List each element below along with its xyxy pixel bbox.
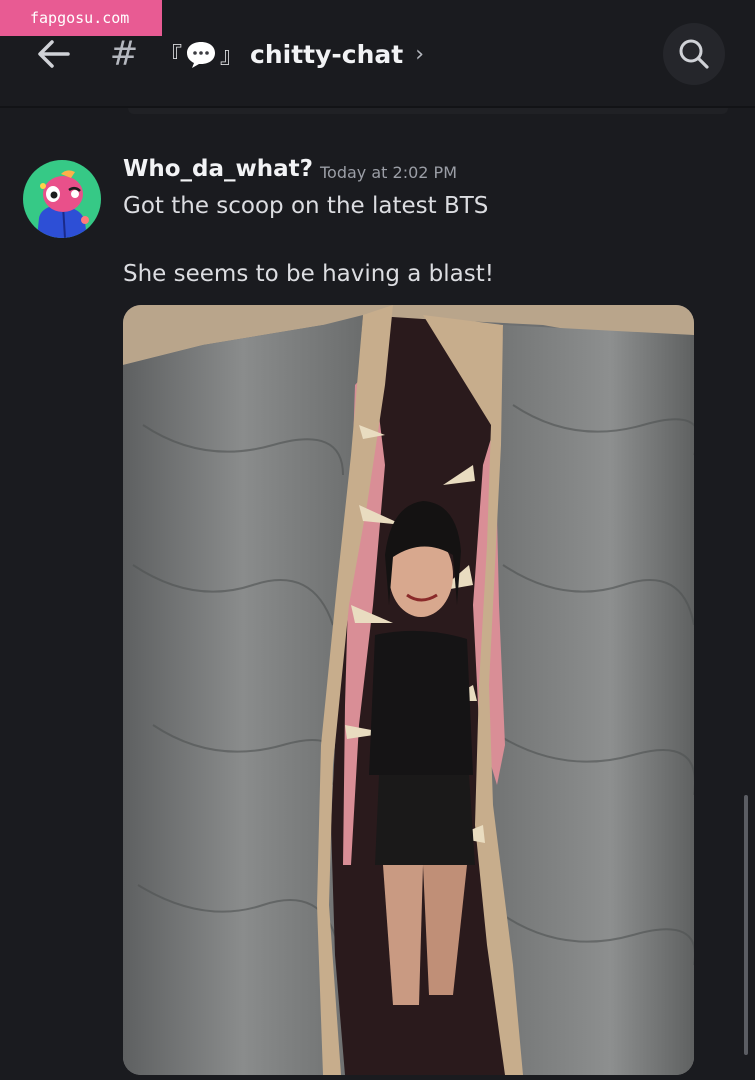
message-author[interactable]: Who_da_what?: [123, 156, 313, 182]
search-button[interactable]: [663, 23, 725, 85]
hash-icon: #: [109, 34, 139, 74]
channel-name: chitty-chat: [250, 39, 404, 69]
message-text-line: She seems to be having a blast!: [123, 261, 494, 287]
watermark: fapgosu.com: [0, 0, 162, 36]
avatar[interactable]: [23, 160, 101, 238]
previous-message-edge: [128, 108, 728, 114]
image-attachment[interactable]: [123, 305, 694, 1075]
photo-attachment: [123, 305, 694, 1075]
arrow-left-icon: [38, 40, 70, 68]
chat-screen: # 『 』 chitty-chat › fapgosu.com Who_da_w…: [0, 0, 755, 1080]
channel-title[interactable]: 『 』 chitty-chat ›: [160, 30, 424, 78]
message-timestamp: Today at 2:02 PM: [320, 163, 457, 182]
avatar-character-icon: [23, 160, 101, 238]
speech-bubble-icon: [184, 39, 218, 69]
scrollbar[interactable]: [744, 795, 748, 1055]
channel-bracket-open: 『: [160, 44, 183, 69]
back-button[interactable]: [30, 30, 78, 78]
chevron-right-icon: ›: [415, 41, 425, 67]
channel-bracket-close: 』: [220, 44, 243, 69]
message-text-line: Got the scoop on the latest BTS: [123, 193, 489, 219]
search-icon: [679, 39, 709, 69]
